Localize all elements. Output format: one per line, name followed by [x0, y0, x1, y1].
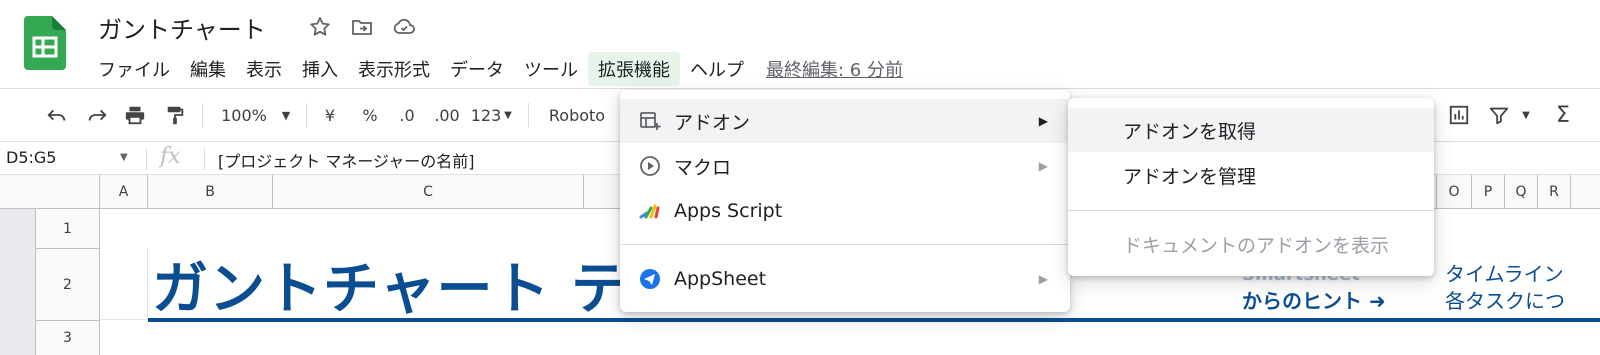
column-header-p[interactable]: P — [1472, 175, 1505, 209]
submenu-arrow-icon: ▶ — [1038, 159, 1048, 173]
formula-input[interactable]: [プロジェクト マネージャーの名前] — [218, 148, 474, 172]
formula-separator — [146, 148, 147, 170]
submenu-item-document-addons: ドキュメントのアドオンを表示 — [1123, 234, 1390, 257]
menu-item-apps-script[interactable]: Apps Script — [620, 189, 1070, 233]
menu-data[interactable]: データ — [440, 52, 514, 86]
sheet-title: ガントチャート テン — [152, 257, 685, 322]
timeline-note-line1: タイムライン — [1445, 262, 1564, 286]
increase-decimal-button[interactable]: .00 — [430, 89, 464, 141]
sheets-logo-icon[interactable] — [24, 16, 66, 70]
document-title[interactable]: ガントチャート — [98, 10, 266, 45]
submenu-arrow-icon: ▶ — [1038, 114, 1048, 128]
select-all-corner[interactable] — [36, 175, 100, 209]
functions-sigma-icon[interactable]: Σ — [1550, 89, 1576, 141]
play-circle-icon — [638, 154, 662, 178]
menu-tools[interactable]: ツール — [514, 52, 588, 86]
menu-file[interactable]: ファイル — [88, 52, 180, 86]
addon-icon — [638, 109, 662, 133]
extensions-menu: アドオン ▶ マクロ ▶ Apps Script AppSheet ▶ — [620, 90, 1070, 312]
submenu-arrow-icon: ▶ — [1038, 272, 1048, 286]
menu-separator — [620, 244, 1070, 245]
insert-chart-icon[interactable] — [1446, 89, 1472, 141]
column-header-q[interactable]: Q — [1505, 175, 1538, 209]
print-icon[interactable] — [120, 89, 150, 141]
zoom-chevron-down-icon[interactable]: ▼ — [276, 89, 296, 141]
formats-chevron-down-icon[interactable]: ▼ — [500, 89, 516, 141]
star-icon[interactable] — [308, 15, 332, 39]
addons-submenu: アドオンを取得 アドオンを管理 ドキュメントのアドオンを表示 — [1068, 98, 1434, 276]
zoom-select[interactable]: 100% — [214, 89, 274, 141]
menu-extensions[interactable]: 拡張機能 — [588, 52, 680, 86]
menu-view[interactable]: 表示 — [236, 52, 292, 86]
column-header-c[interactable]: C — [273, 175, 584, 209]
menu-help[interactable]: ヘルプ — [680, 52, 754, 86]
name-box-chevron-down-icon[interactable]: ▼ — [120, 152, 128, 163]
menu-item-addons[interactable]: アドオン ▶ — [620, 99, 1070, 143]
filter-icon[interactable] — [1486, 89, 1512, 141]
menu-item-macros[interactable]: マクロ ▶ — [620, 144, 1070, 188]
menu-edit[interactable]: 編集 — [180, 52, 236, 86]
row-header-bar: 1 2 3 — [0, 209, 100, 355]
toolbar-separator — [306, 103, 307, 127]
menu-insert[interactable]: 挿入 — [292, 52, 348, 86]
percent-button[interactable]: % — [358, 89, 382, 141]
column-header-a[interactable]: A — [100, 175, 148, 209]
move-folder-icon[interactable] — [350, 15, 374, 39]
menu-format[interactable]: 表示形式 — [348, 52, 440, 86]
submenu-item-get-addons[interactable]: アドオンを取得 — [1068, 108, 1434, 152]
menu-item-appsheet[interactable]: AppSheet ▶ — [620, 257, 1070, 301]
toolbar-separator — [202, 103, 203, 127]
row-header-3[interactable]: 3 — [36, 321, 100, 355]
currency-button[interactable]: ¥ — [318, 89, 342, 141]
fx-icon: fx — [160, 144, 181, 169]
name-box[interactable]: D5:G5 — [6, 148, 56, 167]
smartsheet-hint-link[interactable]: からのヒント ➜ — [1242, 285, 1386, 314]
column-header-b[interactable]: B — [148, 175, 273, 209]
paint-format-icon[interactable] — [160, 89, 190, 141]
cell-a2[interactable] — [100, 248, 148, 320]
font-select[interactable]: Roboto — [540, 89, 614, 141]
decrease-decimal-button[interactable]: .0 — [392, 89, 422, 141]
formula-separator — [204, 148, 205, 170]
column-header-r[interactable]: R — [1538, 175, 1571, 209]
title-underline — [148, 318, 1600, 322]
cloud-saved-icon[interactable] — [392, 15, 416, 39]
menu-separator — [1068, 210, 1434, 211]
column-header-o[interactable]: O — [1436, 175, 1472, 209]
timeline-note-line2: 各タスクにつ — [1445, 289, 1565, 313]
submenu-item-manage-addons[interactable]: アドオンを管理 — [1068, 153, 1434, 197]
menu-bar: ファイル 編集 表示 挿入 表示形式 データ ツール 拡張機能 ヘルプ 最終編集… — [88, 52, 903, 86]
apps-script-icon — [638, 199, 662, 223]
last-edit-link[interactable]: 最終編集: 6 分前 — [766, 56, 903, 82]
toolbar-separator — [528, 103, 529, 127]
row-header-2[interactable]: 2 — [36, 249, 100, 321]
appsheet-icon — [638, 267, 662, 291]
redo-icon[interactable] — [82, 89, 112, 141]
undo-icon[interactable] — [42, 89, 72, 141]
row-header-1[interactable]: 1 — [36, 209, 100, 249]
filter-chevron-down-icon[interactable]: ▼ — [1518, 89, 1534, 141]
more-formats-button[interactable]: 123 — [470, 89, 502, 141]
